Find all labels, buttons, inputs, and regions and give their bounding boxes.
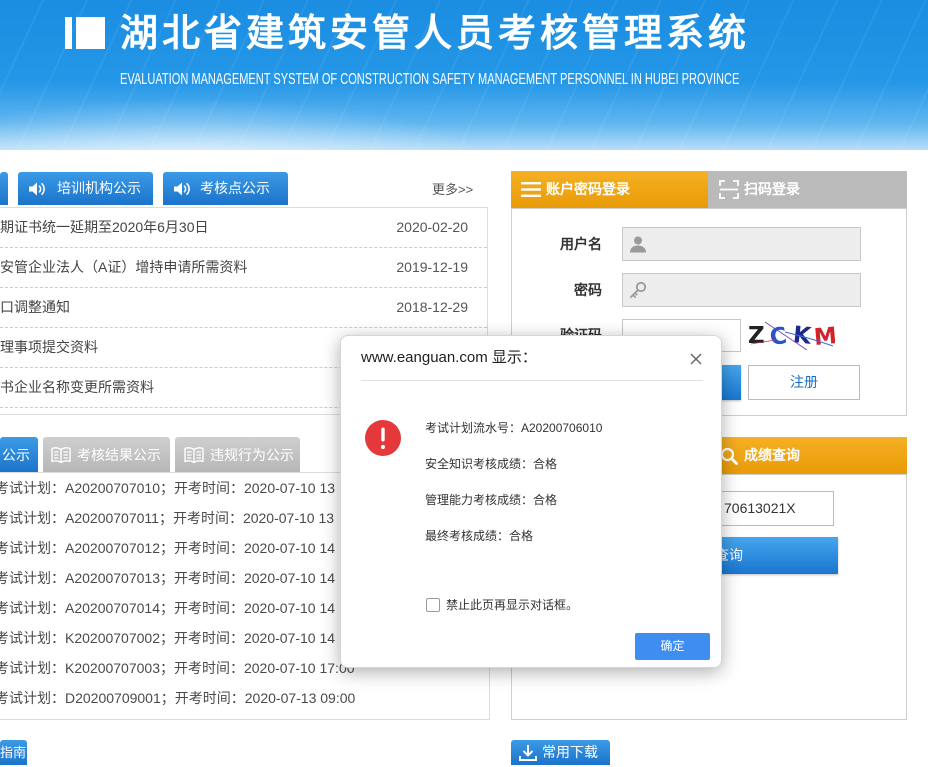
tab-label: 考核点公示 xyxy=(200,180,270,196)
list-item[interactable]: 考试计划：D20200709001；开考时间：2020-07-13 09:00 xyxy=(0,683,489,713)
exam-plan-text[interactable]: 考试计划：A20200707012；开考时间：2020-07-10 14 xyxy=(0,533,335,563)
suppress-dialog-label[interactable]: 禁止此页再显示对话框。 xyxy=(446,597,578,613)
username-input[interactable] xyxy=(622,227,861,261)
exam-plan-text[interactable]: 考试计划：A20200707014；开考时间：2020-07-10 14 xyxy=(0,593,335,623)
site-subtitle: EVALUATION MANAGEMENT SYSTEM OF CONSTRUC… xyxy=(120,71,740,88)
tab-label: 培训机构公示 xyxy=(57,180,141,196)
register-button[interactable]: 注册 xyxy=(748,365,860,400)
tab-training-institutions[interactable]: 培训机构公示 xyxy=(18,172,153,205)
list-item[interactable]: 口调整通知 2018-12-29 xyxy=(0,288,487,328)
logo-block xyxy=(76,17,105,49)
captcha-image[interactable]: Z C K M xyxy=(745,320,835,352)
exam-plan-text[interactable]: 考试计划：A20200707010；开考时间：2020-07-10 13 xyxy=(0,473,335,503)
dialog-message-line: 最终考核成绩：合格 xyxy=(425,529,534,543)
close-icon[interactable] xyxy=(689,352,703,366)
menu-icon xyxy=(521,181,541,203)
book-icon xyxy=(50,446,72,469)
alert-icon xyxy=(365,420,401,461)
book-icon xyxy=(183,446,205,469)
ok-label: 确定 xyxy=(660,639,685,653)
logo-bar xyxy=(65,17,72,49)
alert-dialog: www.eanguan.com 显示： 考试计划流水号：A20200706010… xyxy=(340,335,722,668)
register-label: 注册 xyxy=(790,374,818,390)
tab-exam-results[interactable]: 考核结果公示 xyxy=(43,437,170,473)
user-icon xyxy=(629,235,647,258)
password-label: 密码 xyxy=(574,282,602,298)
dialog-title: www.eanguan.com 显示： xyxy=(361,349,537,366)
tab-label: 常用下载 xyxy=(542,744,598,760)
ok-button[interactable]: 确定 xyxy=(635,633,710,660)
score-query-title: 成绩查询 xyxy=(744,447,800,463)
exam-plan-text[interactable]: 考试计划：K20200707002；开考时间：2020-07-10 14 xyxy=(0,623,335,653)
tab-label: 考核结果公示 xyxy=(77,447,161,463)
tab-label: 公示 xyxy=(2,447,30,463)
exam-plan-text[interactable]: 考试计划：K20200707003；开考时间：2020-07-10 17:00 xyxy=(0,653,355,683)
site-title: 湖北省建筑安管人员考核管理系统 xyxy=(120,11,751,55)
site-subtitle-wrap: EVALUATION MANAGEMENT SYSTEM OF CONSTRUC… xyxy=(120,70,760,92)
notice-date: 2019-12-19 xyxy=(396,259,468,275)
tab-violations[interactable]: 违规行为公示 xyxy=(175,437,300,473)
tab-guide[interactable]: 指南 xyxy=(0,740,27,765)
tab-exam-sites[interactable]: 考核点公示 xyxy=(163,172,288,205)
notice-title[interactable]: 书企业名称变更所需资料 xyxy=(0,368,154,407)
tab-qr-login[interactable]: 扫码登录 xyxy=(708,171,907,208)
notice-date: 2020-02-20 xyxy=(396,219,468,235)
dialog-message-line: 考试计划流水号：A20200706010 xyxy=(425,421,603,435)
password-input[interactable] xyxy=(622,273,861,307)
exam-plan-text[interactable]: 考试计划：D20200709001；开考时间：2020-07-13 09:00 xyxy=(0,683,355,713)
tab-label: 指南 xyxy=(0,745,27,760)
tab-label: 扫码登录 xyxy=(744,181,800,197)
notice-title[interactable]: 理事项提交资料 xyxy=(0,328,98,367)
scan-icon xyxy=(719,180,739,204)
key-icon xyxy=(629,281,647,304)
search-icon xyxy=(720,447,738,470)
site-header: 湖北省建筑安管人员考核管理系统 EVALUATION MANAGEMENT SY… xyxy=(0,0,928,150)
list-item[interactable]: 安管企业法人（A证）增持申请所需资料 2019-12-19 xyxy=(0,248,487,288)
dialog-divider xyxy=(361,380,703,381)
id-number-value: 70613021X xyxy=(724,500,796,516)
notice-title[interactable]: 口调整通知 xyxy=(0,288,70,327)
exam-plan-text[interactable]: 考试计划：A20200707013；开考时间：2020-07-10 14 xyxy=(0,563,335,593)
captcha-noise xyxy=(750,321,834,351)
notice-title[interactable]: 期证书统一延期至2020年6月30日 xyxy=(0,208,209,247)
exam-plan-text[interactable]: 考试计划：A20200707011；开考时间：2020-07-10 13 xyxy=(0,503,334,533)
speaker-icon xyxy=(28,181,48,202)
notice-title[interactable]: 安管企业法人（A证）增持申请所需资料 xyxy=(0,248,247,287)
speaker-icon xyxy=(173,181,193,202)
notice-date: 2018-12-29 xyxy=(396,299,468,315)
suppress-dialog-checkbox[interactable] xyxy=(426,598,440,612)
tab-label: 违规行为公示 xyxy=(210,447,294,463)
dialog-message-line: 安全知识考核成绩：合格 xyxy=(425,457,558,471)
more-link[interactable]: 更多>> xyxy=(432,181,473,199)
site-logo xyxy=(65,17,105,49)
download-icon xyxy=(518,744,538,767)
tab-notice-partial[interactable] xyxy=(0,172,8,205)
tab-publicity[interactable]: 公示 xyxy=(0,437,38,473)
tab-downloads[interactable]: 常用下载 xyxy=(511,740,610,765)
tab-label: 账户密码登录 xyxy=(546,181,630,197)
tab-account-login[interactable]: 账户密码登录 xyxy=(511,171,708,208)
username-label: 用户名 xyxy=(560,236,602,252)
list-item[interactable]: 期证书统一延期至2020年6月30日 2020-02-20 xyxy=(0,208,487,248)
dialog-message-line: 管理能力考核成绩：合格 xyxy=(425,493,558,507)
